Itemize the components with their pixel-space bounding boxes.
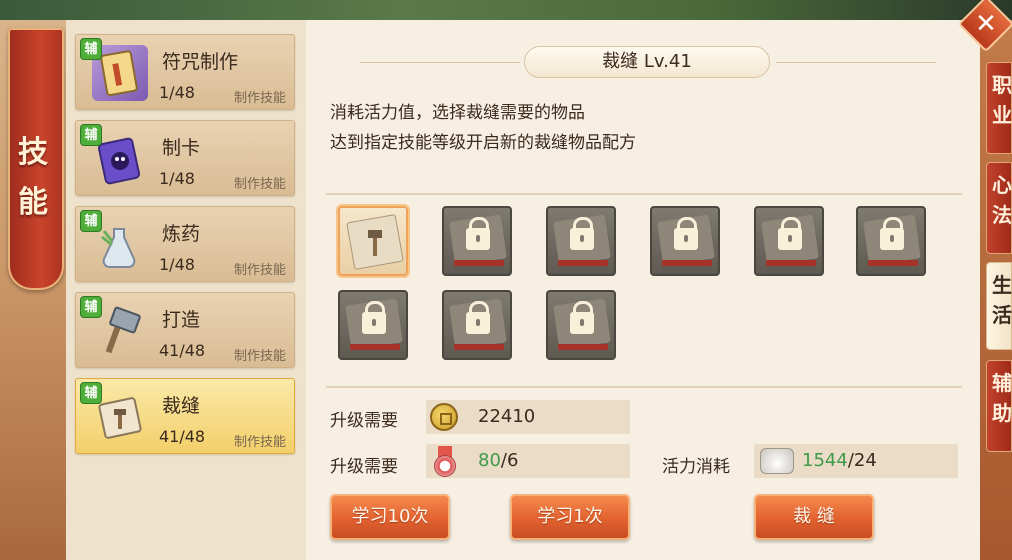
recipe-slot-locked[interactable] — [856, 206, 926, 276]
medal-need: /6 — [500, 450, 519, 471]
craft-button[interactable]: 裁 缝 — [754, 494, 874, 540]
medal-cost-value: 80/6 — [478, 450, 518, 471]
ribbon-strip — [350, 344, 400, 350]
auxiliary-badge: 辅 — [80, 210, 102, 232]
lock-icon — [362, 301, 386, 334]
tab-mind-method-label: 心法 — [992, 173, 1012, 227]
skill-name: 符咒制作 — [162, 51, 239, 73]
ribbon-strip — [558, 344, 608, 350]
recipe-slot-locked[interactable] — [442, 206, 512, 276]
skill-type: 制作技能 — [233, 177, 286, 192]
game-world-background — [0, 0, 1012, 22]
tab-assist-label: 辅助 — [992, 371, 1012, 425]
lock-icon — [570, 217, 594, 250]
upgrade-cost-label: 升级需要 — [330, 411, 398, 431]
skill-progress: 41/48 — [159, 427, 206, 446]
skill-item-alchemy[interactable]: 辅 炼药 1/48 制作技能 — [75, 206, 295, 282]
lock-icon — [880, 217, 904, 250]
ribbon-strip — [558, 260, 608, 266]
tab-skills-label: 技能 — [18, 135, 50, 220]
energy-icon — [760, 448, 794, 474]
skill-type: 制作技能 — [233, 263, 286, 278]
coin-icon — [430, 403, 458, 431]
skill-type: 制作技能 — [233, 91, 286, 106]
description-line-2: 达到指定技能等级开启新的裁缝物品配方 — [330, 133, 636, 153]
tab-profession-label: 职业 — [992, 73, 1012, 127]
skill-item-forge[interactable]: 辅 打造 41/48 制作技能 — [75, 292, 295, 368]
upgrade-cost-label: 升级需要 — [330, 457, 398, 477]
learn-10-button[interactable]: 学习10次 — [330, 494, 450, 540]
auxiliary-badge: 辅 — [80, 124, 102, 146]
tab-life-label: 生活 — [992, 273, 1012, 327]
medal-have: 80 — [478, 450, 501, 471]
recipe-slot-locked[interactable] — [338, 290, 408, 360]
energy-cost-value: 1544/24 — [802, 450, 877, 471]
recipe-slot-locked[interactable] — [546, 290, 616, 360]
skill-item-tailor[interactable]: 辅 裁缝 41/48 制作技能 — [75, 378, 295, 454]
skill-name: 炼药 — [162, 223, 201, 245]
energy-cost-label: 活力消耗 — [662, 457, 730, 477]
recipe-slot-locked[interactable] — [754, 206, 824, 276]
skill-progress: 41/48 — [159, 341, 206, 360]
skill-item-card[interactable]: 辅 制卡 1/48 制作技能 — [75, 120, 295, 196]
skill-type: 制作技能 — [233, 349, 286, 364]
lock-icon — [466, 217, 490, 250]
ribbon-strip — [766, 260, 816, 266]
skill-name: 制卡 — [162, 137, 201, 159]
divider — [326, 386, 962, 388]
lock-icon — [778, 217, 802, 250]
recipe-slot-locked[interactable] — [442, 290, 512, 360]
lock-icon — [466, 301, 490, 334]
auxiliary-badge: 辅 — [80, 296, 102, 318]
divider — [326, 193, 962, 195]
skill-progress: 1/48 — [159, 169, 195, 188]
skill-progress: 1/48 — [159, 255, 195, 274]
recipe-slot-unlocked[interactable] — [338, 206, 408, 276]
close-icon[interactable]: ✕ — [966, 4, 1006, 44]
recipe-slot-locked[interactable] — [650, 206, 720, 276]
lock-icon — [674, 217, 698, 250]
skill-type: 制作技能 — [233, 435, 286, 450]
auxiliary-badge: 辅 — [80, 382, 102, 404]
hammer-icon — [368, 230, 382, 256]
skill-name: 打造 — [162, 309, 201, 331]
energy-have: 1544 — [802, 450, 848, 471]
ribbon-strip — [662, 260, 712, 266]
ribbon-strip — [454, 344, 504, 350]
learn-1-button[interactable]: 学习1次 — [510, 494, 630, 540]
coin-cost-value: 22410 — [478, 406, 536, 427]
auxiliary-badge: 辅 — [80, 38, 102, 60]
medal-disc — [434, 455, 456, 477]
medal-icon — [432, 446, 458, 477]
title-decoration-left — [360, 62, 520, 63]
energy-need: /24 — [847, 450, 877, 471]
title-decoration-right — [776, 62, 936, 63]
ribbon-strip — [454, 260, 504, 266]
skill-name: 裁缝 — [162, 395, 201, 417]
ribbon-strip — [868, 260, 918, 266]
skill-item-talisman[interactable]: 辅 符咒制作 1/48 制作技能 — [75, 34, 295, 110]
skill-title: 裁缝 Lv.41 — [524, 46, 770, 78]
lock-icon — [570, 301, 594, 334]
description-line-1: 消耗活力值，选择裁缝需要的物品 — [330, 103, 585, 123]
skill-progress: 1/48 — [159, 83, 195, 102]
recipe-slot-locked[interactable] — [546, 206, 616, 276]
